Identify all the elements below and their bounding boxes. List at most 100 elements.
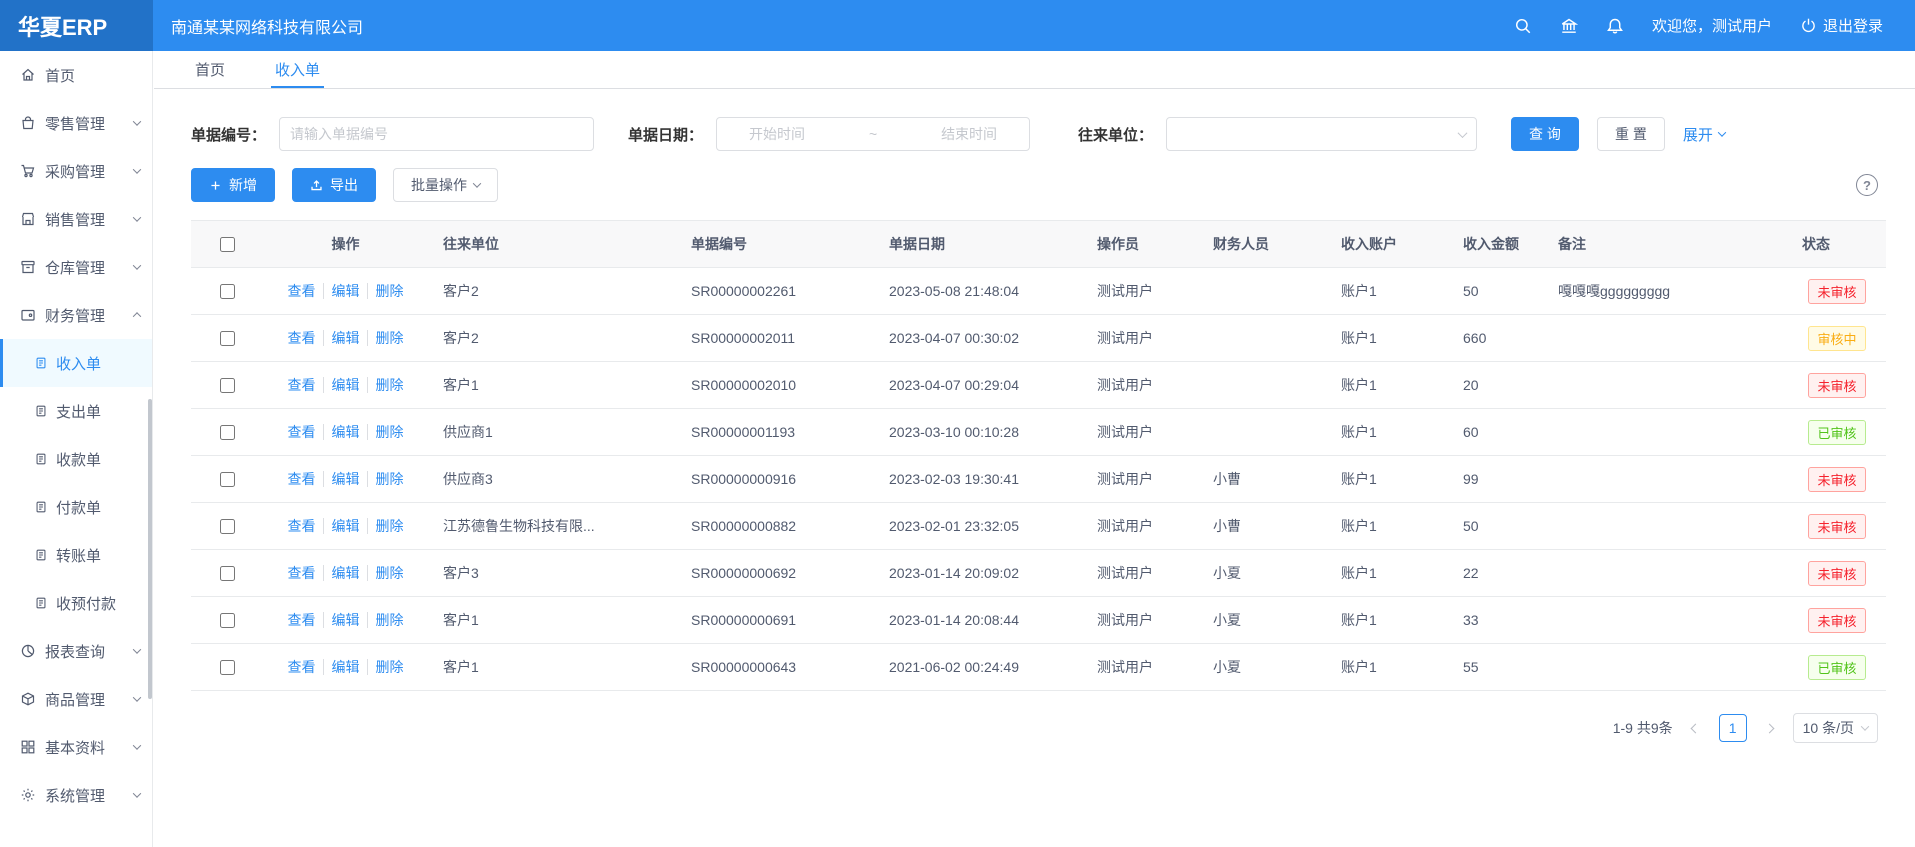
edit-link[interactable]: 编辑	[323, 565, 360, 581]
cell-date: 2021-06-02 00:24:49	[875, 644, 1083, 691]
sidebar-item-label: 付款单	[56, 497, 101, 518]
sidebar-item-finance[interactable]: 财务管理	[0, 291, 152, 339]
sidebar-item-basedata[interactable]: 基本资料	[0, 723, 152, 771]
delete-link[interactable]: 删除	[367, 283, 404, 299]
cell-unit: 客户3	[429, 550, 677, 597]
sidebar-item-label: 销售管理	[45, 209, 105, 230]
row-checkbox[interactable]	[220, 472, 235, 487]
view-link[interactable]: 查看	[288, 518, 316, 534]
cell-amount: 99	[1449, 456, 1544, 503]
cell-remark	[1544, 597, 1788, 644]
cell-finance	[1199, 315, 1327, 362]
sidebar-item-advance-payment[interactable]: 收预付款	[0, 579, 152, 627]
export-button[interactable]: 导出	[292, 168, 376, 202]
row-checkbox[interactable]	[220, 566, 235, 581]
edit-link[interactable]: 编辑	[323, 612, 360, 628]
view-link[interactable]: 查看	[288, 377, 316, 393]
search-button[interactable]: 查 询	[1511, 117, 1579, 151]
chevron-down-icon	[1718, 128, 1726, 136]
edit-link[interactable]: 编辑	[323, 659, 360, 675]
view-link[interactable]: 查看	[288, 424, 316, 440]
delete-link[interactable]: 删除	[367, 565, 404, 581]
sidebar-item-reports[interactable]: 报表查询	[0, 627, 152, 675]
batch-actions-button[interactable]: 批量操作	[393, 168, 498, 202]
bill-no-input[interactable]	[279, 117, 594, 151]
toolbar: 新增 导出 批量操作 ?	[191, 168, 1878, 202]
sidebar-scrollbar[interactable]	[148, 399, 152, 699]
column-header-bill-no: 单据编号	[677, 221, 875, 268]
sidebar-item-receipt-bill[interactable]: 收款单	[0, 435, 152, 483]
sidebar-item-home[interactable]: 首页	[0, 51, 152, 99]
expand-link[interactable]: 展开	[1683, 124, 1725, 145]
page-size-select[interactable]: 10 条/页	[1793, 713, 1878, 743]
row-checkbox[interactable]	[220, 519, 235, 534]
platform-icon[interactable]	[1560, 17, 1578, 35]
chevron-down-icon	[473, 179, 481, 187]
date-range-picker[interactable]: 开始时间 ~ 结束时间	[716, 117, 1030, 151]
next-page-button[interactable]	[1757, 715, 1783, 741]
sidebar-item-income-bill[interactable]: 收入单	[0, 339, 152, 387]
add-button[interactable]: 新增	[191, 168, 275, 202]
sidebar-item-retail[interactable]: 零售管理	[0, 99, 152, 147]
row-checkbox[interactable]	[220, 284, 235, 299]
cell-date: 2023-02-03 19:30:41	[875, 456, 1083, 503]
cell-date: 2023-05-08 21:48:04	[875, 268, 1083, 315]
bell-icon[interactable]	[1606, 17, 1624, 35]
logout-label: 退出登录	[1823, 15, 1883, 36]
row-checkbox[interactable]	[220, 378, 235, 393]
edit-link[interactable]: 编辑	[323, 283, 360, 299]
edit-link[interactable]: 编辑	[323, 377, 360, 393]
logout-icon	[1800, 17, 1817, 34]
view-link[interactable]: 查看	[288, 565, 316, 581]
view-link[interactable]: 查看	[288, 283, 316, 299]
status-badge: 未审核	[1808, 279, 1865, 304]
sidebar-item-warehouse[interactable]: 仓库管理	[0, 243, 152, 291]
pagination-total: 1-9 共9条	[1613, 718, 1673, 738]
row-checkbox[interactable]	[220, 331, 235, 346]
delete-link[interactable]: 删除	[367, 612, 404, 628]
tab-income-bill[interactable]: 收入单	[271, 51, 324, 88]
table-row: 查看编辑删除 客户1 SR00000000643 2021-06-02 00:2…	[191, 644, 1886, 691]
delete-link[interactable]: 删除	[367, 518, 404, 534]
sidebar-item-transfer-bill[interactable]: 转账单	[0, 531, 152, 579]
cell-finance: 小夏	[1199, 550, 1327, 597]
edit-link[interactable]: 编辑	[323, 518, 360, 534]
edit-link[interactable]: 编辑	[323, 471, 360, 487]
status-badge: 未审核	[1808, 373, 1865, 398]
delete-link[interactable]: 删除	[367, 330, 404, 346]
tab-home[interactable]: 首页	[191, 51, 229, 88]
logout-button[interactable]: 退出登录	[1800, 15, 1883, 36]
sidebar-item-system[interactable]: 系统管理	[0, 771, 152, 819]
sidebar-item-sales[interactable]: 销售管理	[0, 195, 152, 243]
cell-finance: 小夏	[1199, 597, 1327, 644]
sidebar-item-goods[interactable]: 商品管理	[0, 675, 152, 723]
edit-link[interactable]: 编辑	[323, 424, 360, 440]
chevron-up-icon	[133, 312, 141, 320]
row-checkbox[interactable]	[220, 613, 235, 628]
select-all-checkbox[interactable]	[220, 237, 235, 252]
company-name: 南通某某网络科技有限公司	[171, 14, 363, 38]
view-link[interactable]: 查看	[288, 612, 316, 628]
row-checkbox[interactable]	[220, 660, 235, 675]
row-checkbox[interactable]	[220, 425, 235, 440]
help-icon[interactable]: ?	[1856, 174, 1878, 196]
sidebar-item-expense-bill[interactable]: 支出单	[0, 387, 152, 435]
view-link[interactable]: 查看	[288, 330, 316, 346]
view-link[interactable]: 查看	[288, 659, 316, 675]
sidebar-item-payment-bill[interactable]: 付款单	[0, 483, 152, 531]
purchase-icon	[20, 163, 36, 179]
delete-link[interactable]: 删除	[367, 377, 404, 393]
view-link[interactable]: 查看	[288, 471, 316, 487]
prev-page-button[interactable]	[1683, 715, 1709, 741]
page-number-button[interactable]: 1	[1719, 714, 1747, 742]
unit-select[interactable]	[1166, 117, 1477, 151]
reset-button[interactable]: 重 置	[1597, 117, 1665, 151]
batch-actions-label: 批量操作	[411, 175, 467, 195]
delete-link[interactable]: 删除	[367, 424, 404, 440]
delete-link[interactable]: 删除	[367, 471, 404, 487]
search-icon[interactable]	[1514, 17, 1532, 35]
finance-icon	[20, 307, 36, 323]
edit-link[interactable]: 编辑	[323, 330, 360, 346]
sidebar-item-purchase[interactable]: 采购管理	[0, 147, 152, 195]
delete-link[interactable]: 删除	[367, 659, 404, 675]
